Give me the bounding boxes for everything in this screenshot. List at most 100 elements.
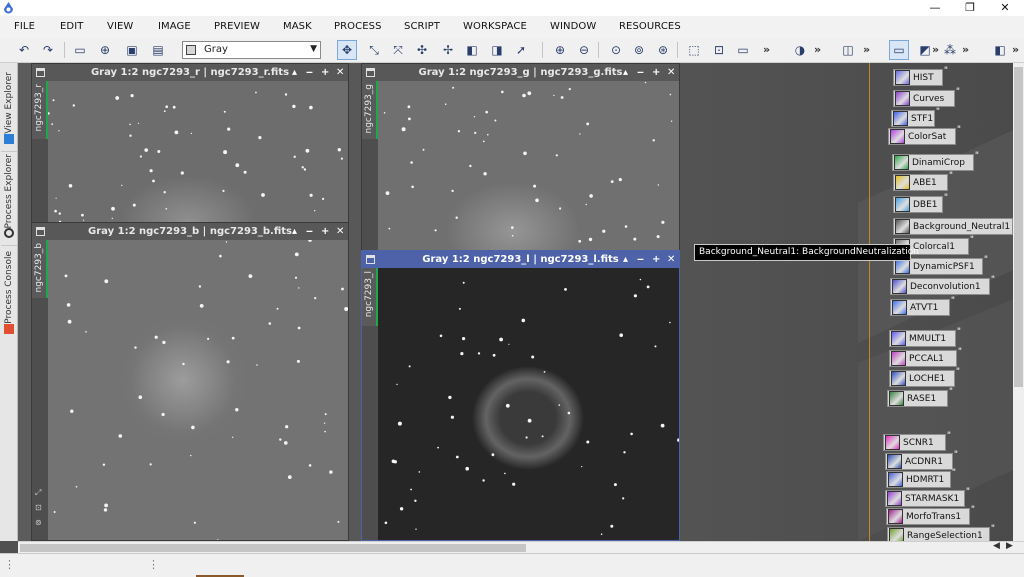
- color-space-select[interactable]: Gray ▼: [182, 41, 321, 59]
- edit-preview-icon[interactable]: ◨: [489, 42, 505, 58]
- panel-icon[interactable]: ◧: [992, 42, 1008, 58]
- expand-icon[interactable]: ⤢: [35, 488, 41, 498]
- process-icon-starmask1[interactable]: STARMASK1 ": [885, 487, 970, 507]
- process-icon-hdmrt1[interactable]: HDMRT1 ": [886, 468, 956, 488]
- zoom-1-2-icon[interactable]: ⊛: [655, 42, 671, 58]
- toolbar-overflow-6[interactable]: »: [1012, 43, 1019, 56]
- maximize-button[interactable]: +: [652, 251, 660, 268]
- horizontal-scrollbar[interactable]: ◀ ▶: [18, 541, 1024, 553]
- minimize-button[interactable]: ‒: [306, 223, 313, 240]
- center-icon[interactable]: ✢: [440, 42, 456, 58]
- scroll-right-icon[interactable]: ▶: [1006, 541, 1013, 551]
- process-icon-scnr1[interactable]: SCNR1 ": [883, 431, 951, 451]
- process-icon-loche1[interactable]: LOCHE1 ": [889, 367, 960, 387]
- shade-button[interactable]: ▴: [292, 64, 297, 81]
- maximize-button[interactable]: +: [321, 223, 329, 240]
- maximize-button[interactable]: +: [652, 64, 660, 81]
- toolbar-overflow-3[interactable]: »: [863, 43, 870, 56]
- toolbar-overflow-2[interactable]: »: [814, 43, 821, 56]
- undo-icon[interactable]: ↶: [16, 42, 32, 58]
- redo-icon[interactable]: ↷: [40, 42, 56, 58]
- move-icon[interactable]: ✣: [414, 42, 430, 58]
- process-icon-deconvolution1[interactable]: Deconvolution1 ": [890, 275, 995, 295]
- zoom-in-icon[interactable]: ⊕: [552, 42, 568, 58]
- view-id-tab[interactable]: ngc7293_g: [362, 81, 378, 139]
- view-id-tab[interactable]: ngc7293_r: [32, 81, 48, 139]
- zoom-1-1-icon[interactable]: ⊚: [631, 42, 647, 58]
- new-image-icon[interactable]: ▭: [72, 42, 88, 58]
- image-canvas[interactable]: [48, 81, 348, 222]
- process-icon-dinamicrop[interactable]: DinamiCrop ": [892, 151, 979, 171]
- process-icon-stf1[interactable]: STF1 ": [891, 107, 940, 127]
- menu-edit[interactable]: EDIT: [60, 21, 83, 32]
- process-icon-abe1[interactable]: ABE1 ": [893, 171, 953, 191]
- image-window-title-bar[interactable]: Gray 1:2 ngc7293_l | ngc7293_l.fits ▴ ‒ …: [362, 251, 679, 268]
- process-icon-pccal1[interactable]: PCCAL1 ": [889, 347, 962, 367]
- vertical-scrollbar[interactable]: [1013, 63, 1024, 541]
- new-preview-icon[interactable]: ◧: [464, 42, 480, 58]
- scroll-left-icon[interactable]: ◀: [993, 541, 1000, 551]
- image-canvas[interactable]: [378, 268, 679, 540]
- star-grid-icon[interactable]: ⁂: [942, 42, 958, 58]
- process-icon-hist[interactable]: HIST ": [893, 66, 948, 86]
- window-minimize-button[interactable]: —: [918, 0, 952, 16]
- zoom-fit-icon[interactable]: ⊙: [608, 42, 624, 58]
- zoom-out-icon[interactable]: ⊖: [576, 42, 592, 58]
- restore-window-icon[interactable]: ▭: [735, 42, 751, 58]
- window-close-button[interactable]: ✕: [988, 0, 1022, 16]
- view-pane-icon[interactable]: ◫: [840, 42, 856, 58]
- zoom-mode-icon[interactable]: ⤡: [366, 42, 382, 58]
- minimize-button[interactable]: ‒: [306, 64, 313, 81]
- open-file-icon[interactable]: ⊕: [97, 42, 113, 58]
- monitor-icon[interactable]: ▭: [889, 40, 909, 60]
- process-icon-atvt1[interactable]: ATVT1 ": [890, 296, 955, 316]
- toolbar-overflow-4[interactable]: »: [932, 43, 939, 56]
- fit-icon[interactable]: ⊡: [35, 503, 42, 512]
- image-window-l[interactable]: Gray 1:2 ngc7293_l | ngc7293_l.fits ▴ ‒ …: [361, 250, 680, 541]
- image-window-g[interactable]: Gray 1:2 ngc7293_g | ngc7293_g.fits ▴ ‒ …: [361, 63, 680, 253]
- maximize-button[interactable]: +: [321, 64, 329, 81]
- minimize-button[interactable]: ‒: [637, 64, 644, 81]
- zoom-icon[interactable]: ⊚: [35, 518, 42, 527]
- menu-process[interactable]: PROCESS: [334, 21, 382, 32]
- mask-icon[interactable]: ◑: [792, 42, 808, 58]
- image-window-b[interactable]: Gray 1:2 ngc7293_b | ngc7293_b.fits ▴ ‒ …: [31, 222, 349, 541]
- menu-preview[interactable]: PREVIEW: [214, 21, 260, 32]
- toolbar-overflow-5[interactable]: »: [962, 43, 969, 56]
- close-button[interactable]: ✕: [667, 251, 675, 268]
- menu-window[interactable]: WINDOW: [550, 21, 596, 32]
- horizontal-scroll-thumb[interactable]: [20, 544, 526, 552]
- mask-visibility-icon[interactable]: ◩: [917, 42, 933, 58]
- menu-script[interactable]: SCRIPT: [404, 21, 440, 32]
- view-id-tab[interactable]: ngc7293_b: [32, 240, 48, 298]
- image-canvas[interactable]: [48, 240, 348, 540]
- process-icon-rase1[interactable]: RASE1 ": [887, 387, 953, 407]
- readout-mode-icon[interactable]: ✥: [337, 40, 357, 60]
- image-canvas[interactable]: [378, 81, 679, 252]
- menu-file[interactable]: FILE: [14, 21, 35, 32]
- tab-view-explorer[interactable]: View Explorer: [1, 67, 17, 147]
- shade-button[interactable]: ▴: [292, 223, 297, 240]
- close-button[interactable]: ✕: [336, 64, 344, 81]
- shade-button[interactable]: ▴: [623, 64, 628, 81]
- close-button[interactable]: ✕: [667, 64, 675, 81]
- tab-process-console[interactable]: Process Console: [1, 245, 17, 337]
- image-window-r[interactable]: Gray 1:2 ngc7293_r | ngc7293_r.fits ▴ ‒ …: [31, 63, 349, 223]
- process-icon-colorsat[interactable]: ColorSat ": [888, 125, 961, 145]
- menu-image[interactable]: IMAGE: [158, 21, 191, 32]
- menu-resources[interactable]: RESOURCES: [619, 21, 681, 32]
- image-window-title-bar[interactable]: Gray 1:2 ngc7293_g | ngc7293_g.fits ▴ ‒ …: [362, 64, 679, 81]
- duplicate-icon[interactable]: ▤: [150, 42, 166, 58]
- process-icon-background_neutral1[interactable]: Background_Neutral1": [893, 215, 1018, 235]
- toolbar-overflow-1[interactable]: »: [763, 43, 770, 56]
- menu-view[interactable]: VIEW: [107, 21, 133, 32]
- process-icon-acdnr1[interactable]: ACDNR1 ": [885, 450, 958, 470]
- save-icon[interactable]: ▣: [124, 42, 140, 58]
- image-window-title-bar[interactable]: Gray 1:2 ngc7293_r | ngc7293_r.fits ▴ ‒ …: [32, 64, 348, 81]
- vertical-scroll-thumb[interactable]: [1014, 67, 1023, 387]
- pointer-icon[interactable]: ➚: [513, 42, 529, 58]
- fit-view-icon[interactable]: ⬚: [686, 42, 702, 58]
- fit-window-icon[interactable]: ⊡: [711, 42, 727, 58]
- process-icon-dbe1[interactable]: DBE1 ": [893, 193, 948, 213]
- menu-mask[interactable]: MASK: [283, 21, 312, 32]
